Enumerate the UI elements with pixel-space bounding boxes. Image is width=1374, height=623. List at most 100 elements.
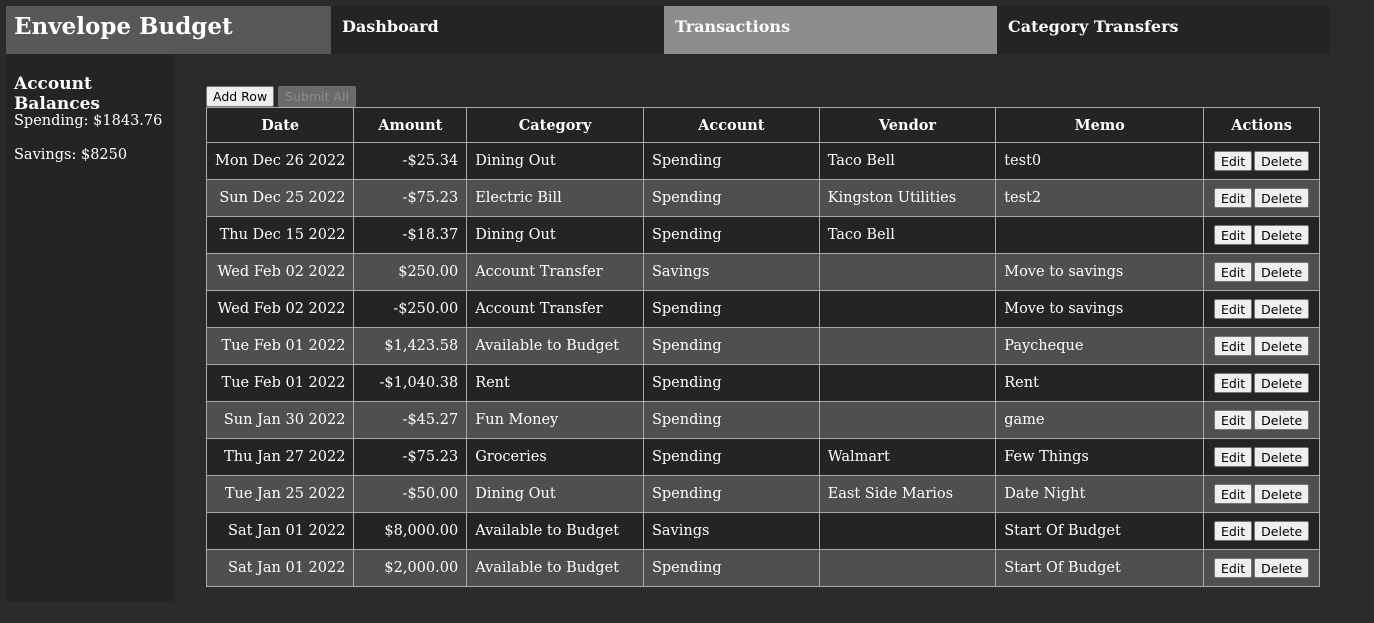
table-row: Thu Dec 15 2022 -$18.37 Dining Out Spending… xyxy=(205,216,1320,254)
cell-amount: -$75.23 xyxy=(353,438,468,476)
table-row: Tue Feb 01 2022 -$1,040.38 Rent Spending Ren… xyxy=(205,364,1320,402)
cell-vendor: Walmart xyxy=(818,438,997,476)
cell-date: Sat Jan 01 2022 xyxy=(205,512,355,550)
cell-category: Available to Budget xyxy=(466,512,644,550)
cell-memo: Paycheque xyxy=(995,327,1205,365)
delete-button[interactable]: Delete xyxy=(1254,262,1310,282)
edit-button[interactable]: Edit xyxy=(1213,151,1253,171)
cell-amount: $1,423.58 xyxy=(353,327,468,365)
edit-button[interactable]: Edit xyxy=(1213,299,1253,319)
cell-amount: -$50.00 xyxy=(353,475,468,513)
table-row: Wed Feb 02 2022 $250.00 Account Transfer Sa… xyxy=(205,253,1320,291)
cell-account: Savings xyxy=(642,512,820,550)
cell-actions: Edit Delete xyxy=(1203,142,1320,180)
cell-account: Spending xyxy=(642,549,820,587)
cell-memo xyxy=(995,216,1205,254)
table-row: Sat Jan 01 2022 $8,000.00 Available to Bud… xyxy=(205,512,1320,550)
cell-category: Dining Out xyxy=(466,216,644,254)
edit-button[interactable]: Edit xyxy=(1213,373,1253,393)
cell-date: Sat Jan 01 2022 xyxy=(205,549,355,587)
cell-category: Account Transfer xyxy=(466,253,644,291)
cell-amount: -$45.27 xyxy=(353,401,468,439)
edit-button[interactable]: Edit xyxy=(1213,410,1253,430)
delete-button[interactable]: Delete xyxy=(1254,521,1310,541)
cell-date: Thu Jan 27 2022 xyxy=(205,438,355,476)
delete-button[interactable]: Delete xyxy=(1254,484,1310,504)
cell-account: Spending xyxy=(642,327,820,365)
spending-balance: Spending: $1843.76 xyxy=(14,113,163,129)
cell-actions: Edit Delete xyxy=(1203,438,1320,476)
table-body: Mon Dec 26 2022 -$25.34 Dining Out Spending… xyxy=(205,142,1320,587)
cell-memo: Few Things xyxy=(995,438,1205,476)
header-amount: Amount xyxy=(353,107,468,143)
table-toolbar: Add Row Submit All xyxy=(206,86,356,107)
table-row: Mon Dec 26 2022 -$25.34 Dining Out Spending… xyxy=(205,142,1320,180)
navbar: Envelope Budget Dashboard Transactions C… xyxy=(6,6,1330,54)
cell-category: Electric Bill xyxy=(466,179,644,217)
cell-memo: Start Of Budget xyxy=(995,512,1205,550)
tab-dashboard[interactable]: Dashboard xyxy=(331,6,664,54)
cell-amount: $8,000.00 xyxy=(353,512,468,550)
cell-memo: Rent xyxy=(995,364,1205,402)
tab-category-transfers[interactable]: Category Transfers xyxy=(997,6,1330,54)
cell-amount: -$25.34 xyxy=(353,142,468,180)
delete-button[interactable]: Delete xyxy=(1254,188,1310,208)
cell-date: Tue Feb 01 2022 xyxy=(205,364,355,402)
cell-actions: Edit Delete xyxy=(1203,401,1320,439)
delete-button[interactable]: Delete xyxy=(1254,373,1310,393)
cell-actions: Edit Delete xyxy=(1203,216,1320,254)
edit-button[interactable]: Edit xyxy=(1213,188,1253,208)
cell-vendor: Kingston Utilities xyxy=(818,179,997,217)
delete-button[interactable]: Delete xyxy=(1254,299,1310,319)
sidebar: Account Balances Spending: $1843.76 Savi… xyxy=(6,54,174,601)
cell-amount: -$1,040.38 xyxy=(353,364,468,402)
delete-button[interactable]: Delete xyxy=(1254,336,1310,356)
table-row: Tue Feb 01 2022 $1,423.58 Available to Bud… xyxy=(205,327,1320,365)
cell-memo: game xyxy=(995,401,1205,439)
cell-account: Savings xyxy=(642,253,820,291)
add-row-button[interactable]: Add Row xyxy=(206,86,275,107)
cell-memo: Move to savings xyxy=(995,253,1205,291)
cell-date: Tue Feb 01 2022 xyxy=(205,327,355,365)
cell-category: Fun Money xyxy=(466,401,644,439)
edit-button[interactable]: Edit xyxy=(1213,484,1253,504)
edit-button[interactable]: Edit xyxy=(1213,447,1253,467)
cell-category: Dining Out xyxy=(466,475,644,513)
cell-category: Available to Budget xyxy=(466,549,644,587)
savings-balance: Savings: $8250 xyxy=(14,147,128,163)
delete-button[interactable]: Delete xyxy=(1254,410,1310,430)
app-title: Envelope Budget xyxy=(6,6,331,54)
cell-amount: $2,000.00 xyxy=(353,549,468,587)
edit-button[interactable]: Edit xyxy=(1213,225,1253,245)
edit-button[interactable]: Edit xyxy=(1213,336,1253,356)
cell-amount: $250.00 xyxy=(353,253,468,291)
cell-vendor xyxy=(818,512,997,550)
cell-account: Spending xyxy=(642,216,820,254)
header-category: Category xyxy=(466,107,644,143)
delete-button[interactable]: Delete xyxy=(1254,151,1310,171)
header-actions: Actions xyxy=(1203,107,1320,143)
cell-memo: Date Night xyxy=(995,475,1205,513)
table-row: Sat Jan 01 2022 $2,000.00 Available to Bud… xyxy=(205,549,1320,587)
header-account: Account xyxy=(642,107,820,143)
cell-vendor xyxy=(818,290,997,328)
cell-vendor xyxy=(818,401,997,439)
cell-category: Rent xyxy=(466,364,644,402)
tab-transactions[interactable]: Transactions xyxy=(664,6,997,54)
table-row: Sun Jan 30 2022 -$45.27 Fun Money Spending g… xyxy=(205,401,1320,439)
edit-button[interactable]: Edit xyxy=(1213,558,1253,578)
table-row: Wed Feb 02 2022 -$250.00 Account Transfer S… xyxy=(205,290,1320,328)
cell-vendor: Taco Bell xyxy=(818,216,997,254)
cell-actions: Edit Delete xyxy=(1203,475,1320,513)
delete-button[interactable]: Delete xyxy=(1254,558,1310,578)
cell-amount: -$75.23 xyxy=(353,179,468,217)
submit-all-button[interactable]: Submit All xyxy=(278,86,356,107)
header-memo: Memo xyxy=(995,107,1205,143)
edit-button[interactable]: Edit xyxy=(1213,262,1253,282)
table-row: Sun Dec 25 2022 -$75.23 Electric Bill Spend… xyxy=(205,179,1320,217)
delete-button[interactable]: Delete xyxy=(1254,225,1310,245)
cell-category: Groceries xyxy=(466,438,644,476)
cell-actions: Edit Delete xyxy=(1203,364,1320,402)
edit-button[interactable]: Edit xyxy=(1213,521,1253,541)
delete-button[interactable]: Delete xyxy=(1254,447,1310,467)
